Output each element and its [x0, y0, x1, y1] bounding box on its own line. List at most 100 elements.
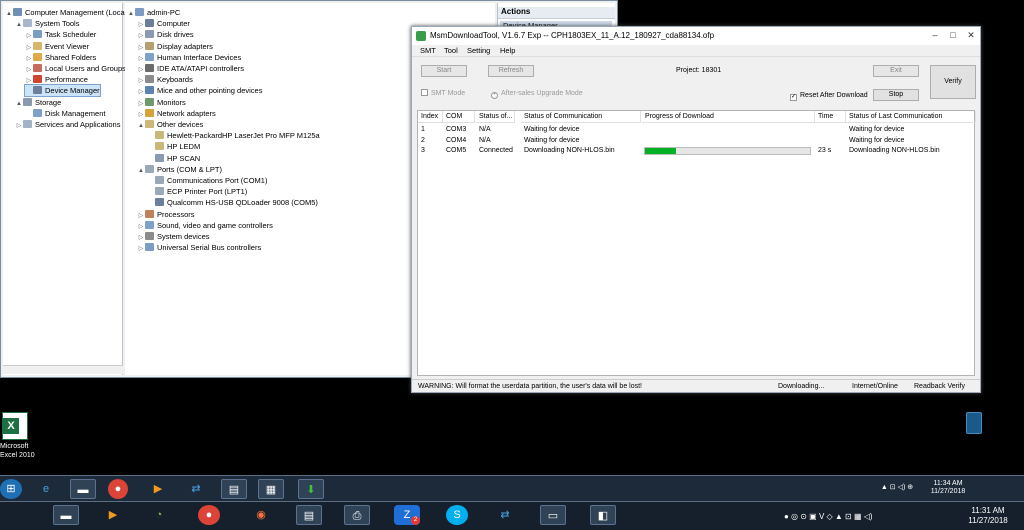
- network-app-icon[interactable]: ▤: [221, 479, 247, 499]
- tree-node[interactable]: ECP Printer Port (LPT1): [147, 186, 247, 197]
- minimize-button[interactable]: –: [926, 27, 944, 43]
- tree-node[interactable]: ▷ Display adapters: [137, 41, 213, 52]
- table-row[interactable]: 2 COM4 N/A Waiting for device Waiting for de…: [418, 136, 974, 146]
- tree-node[interactable]: ▷ Shared Folders: [25, 52, 96, 63]
- tree-node[interactable]: HP SCAN: [147, 153, 200, 164]
- expand-toggle-icon[interactable]: ▷: [137, 244, 145, 255]
- maximize-button[interactable]: □: [944, 27, 962, 43]
- tree-node[interactable]: ▲ Computer Management (Local: [5, 7, 126, 18]
- column-header[interactable]: Index: [418, 111, 443, 123]
- left-horizontal-scrollbar[interactable]: [3, 365, 123, 374]
- media-icon[interactable]: ▶: [100, 505, 126, 525]
- tree-node[interactable]: ▷ Mice and other pointing devices: [137, 85, 262, 96]
- tree-node[interactable]: ▷ Processors: [137, 209, 195, 220]
- tree-node-icon: [155, 187, 164, 196]
- tree-node[interactable]: Device Manager: [24, 84, 101, 98]
- skype-icon[interactable]: S: [446, 505, 468, 525]
- excel-desktop-icon[interactable]: X: [2, 412, 28, 440]
- teamviewer-icon[interactable]: ⇄: [492, 505, 518, 525]
- local-clock[interactable]: 11:31 AM 11/27/2018: [958, 506, 1018, 526]
- table-cell: [815, 135, 846, 146]
- table-row[interactable]: 1 COM3 N/A Waiting for device Waiting for de…: [418, 125, 974, 135]
- tree-node[interactable]: Hewlett-PackardHP LaserJet Pro MFP M125a: [147, 130, 320, 141]
- tree-node[interactable]: ▲ Storage: [15, 97, 61, 108]
- network-icon[interactable]: ▤: [296, 505, 322, 525]
- teamviewer-side-icon[interactable]: [966, 412, 982, 434]
- printer-icon[interactable]: ⎙: [344, 505, 370, 525]
- tree-node[interactable]: ▷ System devices: [137, 231, 210, 242]
- tree-node[interactable]: ▷ Disk drives: [137, 29, 194, 40]
- menu-help[interactable]: Help: [500, 45, 515, 57]
- tree-node[interactable]: HP LEDM: [147, 141, 200, 152]
- start-button[interactable]: Start: [421, 65, 467, 77]
- tree-node[interactable]: ▷ Sound, video and game controllers: [137, 220, 273, 231]
- file-explorer-icon[interactable]: ▬: [53, 505, 79, 525]
- verify-button[interactable]: Verify: [930, 65, 976, 99]
- remote-clock[interactable]: 11:34 AM 11/27/2018: [926, 480, 970, 496]
- tree-node[interactable]: Communications Port (COM1): [147, 175, 267, 186]
- tree-node-label: Other devices: [157, 120, 204, 129]
- tree-node[interactable]: ▷ Computer: [137, 18, 190, 29]
- tree-node[interactable]: ▷ Local Users and Groups: [25, 63, 126, 74]
- tree-node-icon: [145, 75, 154, 84]
- tree-node[interactable]: ▷ IDE ATA/ATAPI controllers: [137, 63, 244, 74]
- tree-node-label: Universal Serial Bus controllers: [157, 243, 262, 253]
- column-header[interactable]: COM: [443, 111, 475, 123]
- download-tool-icon[interactable]: ⬇: [298, 479, 324, 499]
- explorer-icon[interactable]: ▬: [70, 479, 96, 499]
- after-sales-radio[interactable]: • After-sales Upgrade Mode: [491, 89, 583, 99]
- start-orb-icon[interactable]: ⊞: [0, 479, 22, 499]
- expand-toggle-icon[interactable]: ▷: [15, 121, 23, 132]
- tree-node[interactable]: ▷ Universal Serial Bus controllers: [137, 242, 261, 253]
- app-window-icon[interactable]: ◧: [590, 505, 616, 525]
- tree-node[interactable]: ▷ Network adapters: [137, 108, 216, 119]
- tree-node[interactable]: ▲ Other devices: [137, 119, 203, 130]
- menu-setting[interactable]: Setting: [467, 45, 490, 57]
- tree-node[interactable]: ▷ Monitors: [137, 97, 186, 108]
- expand-toggle-icon[interactable]: ▲: [127, 9, 135, 20]
- menu-smt[interactable]: SMT: [420, 45, 436, 57]
- media-player-icon[interactable]: ▶: [145, 479, 171, 499]
- refresh-button[interactable]: Refresh: [488, 65, 534, 77]
- local-tray-icons[interactable]: ● ◎ ⊙ ▣ V ◇ ▲ ⊡ ▦ ◁): [784, 513, 956, 521]
- reset-after-download-checkbox[interactable]: ✓ Reset After Download: [790, 91, 868, 101]
- chrome-icon[interactable]: ●: [108, 479, 128, 499]
- expand-toggle-icon[interactable]: ▲: [15, 20, 23, 31]
- column-header[interactable]: Status of Last Communication: [846, 111, 976, 123]
- tree-node[interactable]: ▲ admin-PC: [127, 7, 180, 18]
- ie-icon[interactable]: e: [33, 479, 59, 499]
- tree-node[interactable]: Disk Management: [25, 108, 105, 119]
- tree-node[interactable]: Qualcomm HS-USB QDLoader 9008 (COM5): [147, 197, 318, 208]
- tree-node[interactable]: ▷ Performance: [25, 74, 88, 85]
- tree-node[interactable]: ▷ Services and Applications: [15, 119, 120, 130]
- tree-node[interactable]: ▷ Task Scheduler: [25, 29, 96, 40]
- exit-button[interactable]: Exit: [873, 65, 919, 77]
- column-header[interactable]: Progress of Download: [642, 111, 815, 123]
- column-header[interactable]: Status of...: [476, 111, 515, 123]
- close-button[interactable]: ✕: [962, 27, 980, 43]
- green-app-icon[interactable]: ◔: [146, 505, 172, 525]
- expand-toggle-icon[interactable]: ▲: [15, 99, 23, 110]
- stop-button[interactable]: Stop: [873, 89, 919, 101]
- column-header[interactable]: Status of Communication: [521, 111, 641, 123]
- tree-node[interactable]: ▷ Human Interface Devices: [137, 52, 241, 63]
- remote-tray-icons[interactable]: ▲ ⊡ ◁) ⊕: [872, 484, 922, 492]
- tree-node[interactable]: ▷ Keyboards: [137, 74, 193, 85]
- menu-tool[interactable]: Tool: [444, 45, 458, 57]
- table-row[interactable]: 3 COM5 Connected Downloading NON-HLOS.bin 23…: [418, 146, 974, 156]
- computer-management-icon[interactable]: ▦: [258, 479, 284, 499]
- chrome-icon[interactable]: ●: [198, 505, 220, 525]
- expand-toggle-icon[interactable]: ▲: [137, 121, 145, 132]
- tree-node-label: Task Scheduler: [45, 30, 97, 40]
- tree-node[interactable]: ▷ Event Viewer: [25, 41, 89, 52]
- smt-mode-checkbox[interactable]: SMT Mode: [421, 89, 465, 98]
- expand-toggle-icon[interactable]: ▲: [137, 166, 145, 177]
- teamviewer-icon[interactable]: ⇄: [183, 479, 209, 499]
- tree-node[interactable]: ▲ System Tools: [15, 18, 79, 29]
- remote-desktop-icon[interactable]: ▭: [540, 505, 566, 525]
- firefox-icon[interactable]: ◉: [248, 505, 274, 525]
- expand-toggle-icon[interactable]: ▲: [5, 9, 13, 20]
- tree-node-label: Computer Management (Local: [25, 8, 127, 17]
- tree-node[interactable]: ▲ Ports (COM & LPT): [137, 164, 222, 175]
- column-header[interactable]: Time: [815, 111, 846, 123]
